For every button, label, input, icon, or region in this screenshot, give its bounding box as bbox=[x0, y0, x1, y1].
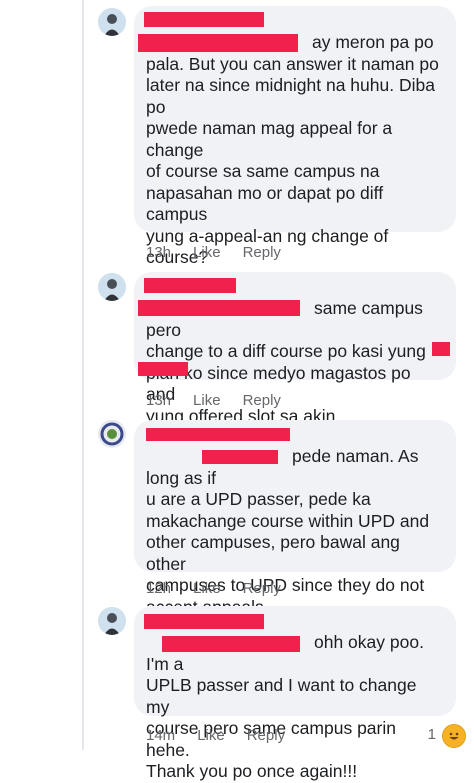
like-button[interactable]: Like bbox=[193, 244, 221, 261]
comment-bubble: ohh okay poo. I'm a UPLB passer and I wa… bbox=[134, 606, 456, 781]
redaction-name bbox=[144, 12, 264, 27]
comment-actions: 12h Like Reply bbox=[146, 580, 281, 597]
avatar[interactable] bbox=[98, 420, 126, 448]
avatar[interactable] bbox=[98, 607, 126, 635]
comment-actions: 13h Like Reply bbox=[146, 244, 281, 261]
thread-line bbox=[82, 0, 84, 750]
haha-emoji-graphic bbox=[449, 732, 459, 740]
avatar-image bbox=[98, 8, 126, 36]
haha-emoji-icon[interactable] bbox=[442, 724, 466, 748]
comment-time[interactable]: 12h bbox=[146, 580, 171, 597]
redaction-mention bbox=[162, 636, 300, 652]
redaction-mention bbox=[138, 34, 298, 52]
redaction-mention bbox=[138, 300, 300, 316]
comment-time[interactable]: 14m bbox=[146, 727, 175, 744]
redaction-inline bbox=[138, 362, 188, 376]
comment-bubble: ay meron pa po pala. But you can answer … bbox=[134, 6, 456, 353]
redaction-mention bbox=[202, 450, 278, 464]
like-button[interactable]: Like bbox=[193, 392, 221, 409]
redaction-name bbox=[144, 614, 264, 629]
comment-actions: 14m Like Reply bbox=[146, 727, 285, 744]
comment-bubble: pede naman. As long as if u are a UPD pa… bbox=[134, 420, 456, 617]
redaction-name bbox=[146, 428, 290, 441]
reply-button[interactable]: Reply bbox=[247, 727, 285, 744]
avatar-image bbox=[98, 420, 126, 448]
reply-button[interactable]: Reply bbox=[243, 392, 281, 409]
like-button[interactable]: Like bbox=[197, 727, 225, 744]
reaction-count[interactable]: 1 bbox=[428, 726, 436, 743]
comment-actions: 13h Like Reply bbox=[146, 392, 281, 409]
avatar-image bbox=[98, 607, 126, 635]
redaction-inline bbox=[432, 342, 450, 356]
avatar[interactable] bbox=[98, 273, 126, 301]
avatar[interactable] bbox=[98, 8, 126, 36]
comment-time[interactable]: 13h bbox=[146, 244, 171, 261]
comment-time[interactable]: 13h bbox=[146, 392, 171, 409]
reply-button[interactable]: Reply bbox=[243, 580, 281, 597]
redaction-name bbox=[144, 278, 236, 293]
like-button[interactable]: Like bbox=[193, 580, 221, 597]
reply-button[interactable]: Reply bbox=[243, 244, 281, 261]
avatar-image bbox=[98, 273, 126, 301]
comment-bubble: same campus pero change to a diff course… bbox=[134, 272, 456, 426]
